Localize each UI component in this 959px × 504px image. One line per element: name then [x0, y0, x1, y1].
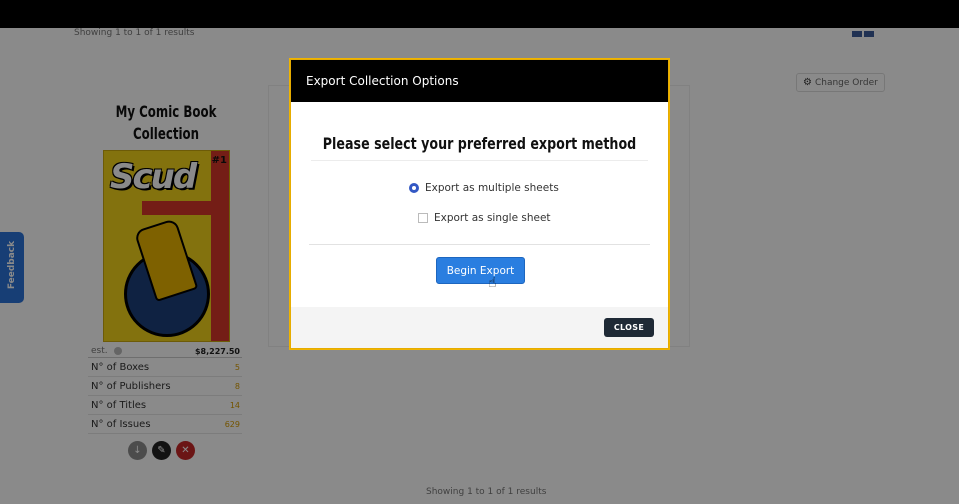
checkbox-single-sheet[interactable] — [418, 213, 428, 223]
divider — [309, 244, 650, 245]
modal-header: Export Collection Options — [291, 60, 668, 102]
option-single-sheet[interactable]: Export as single sheet — [418, 212, 551, 224]
export-modal: Export Collection Options Please select … — [290, 59, 669, 349]
radio-multiple-sheets[interactable] — [409, 183, 419, 193]
begin-export-button[interactable]: Begin Export — [436, 257, 525, 284]
close-button[interactable]: CLOSE — [604, 318, 654, 337]
option-multiple-sheets[interactable]: Export as multiple sheets — [409, 182, 559, 194]
modal-footer: CLOSE — [291, 307, 668, 348]
option-label: Export as multiple sheets — [425, 182, 559, 194]
divider — [311, 160, 648, 161]
option-label: Export as single sheet — [434, 212, 551, 224]
hand-cursor-icon: ☝ — [488, 275, 497, 291]
export-prompt: Please select your preferred export meth… — [322, 134, 637, 153]
modal-title: Export Collection Options — [306, 74, 459, 88]
